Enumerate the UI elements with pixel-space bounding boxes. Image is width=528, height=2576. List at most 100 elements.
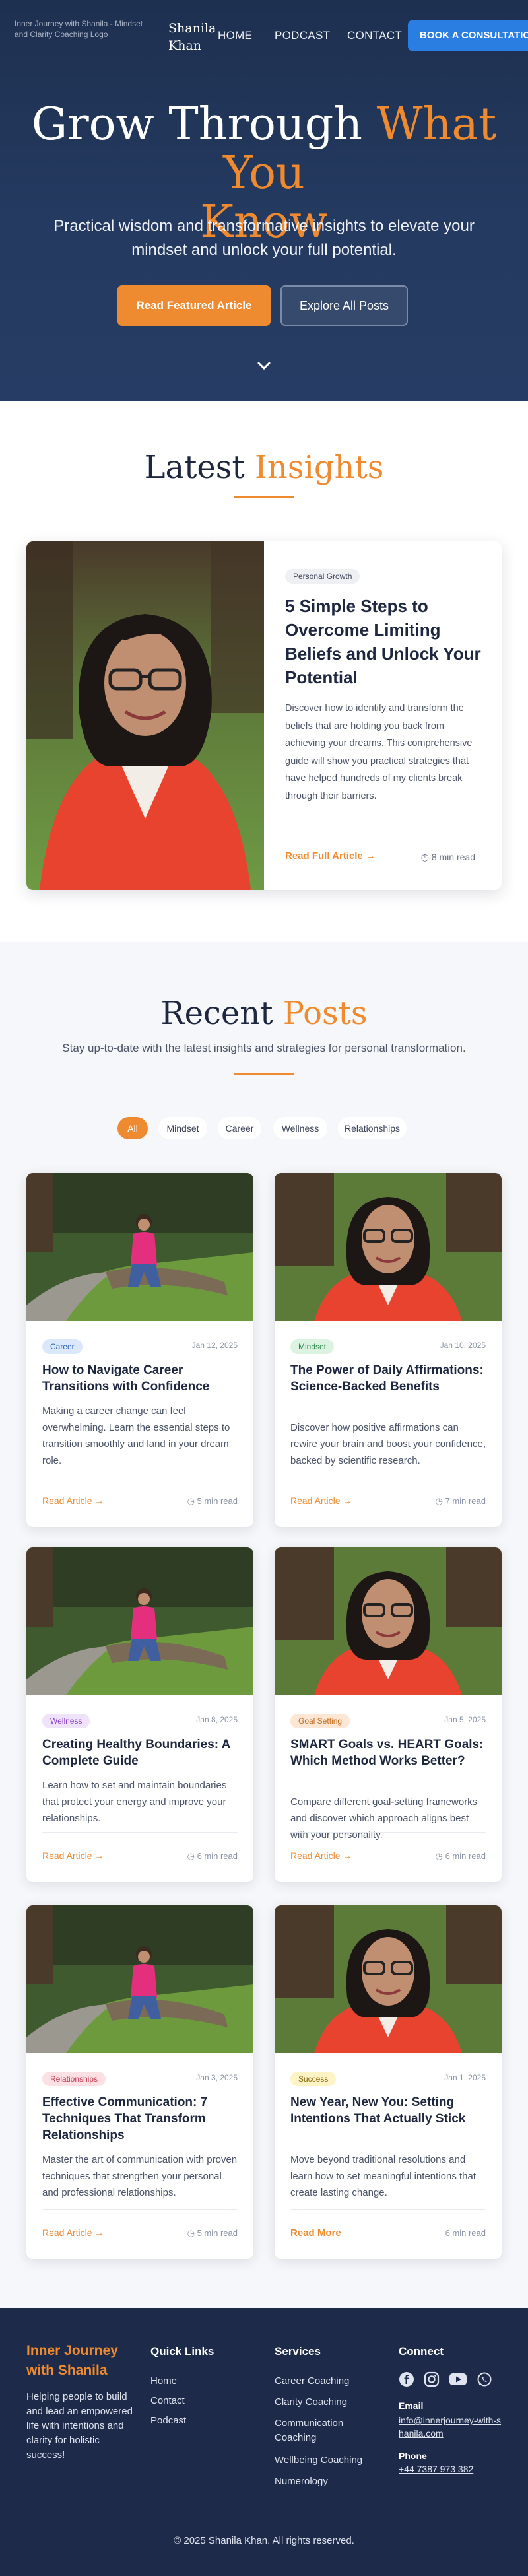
book-consultation-button[interactable]: BOOK A CONSULTATION	[408, 20, 528, 51]
clock-icon: ◷	[435, 1496, 446, 1506]
post-title[interactable]: New Year, New You: Setting Intentions Th…	[290, 2094, 488, 2127]
site-logo[interactable]: Inner Journey with Shanila - Mindset and…	[15, 18, 147, 40]
read-article-link[interactable]: Read Article →	[42, 2227, 104, 2238]
post-title[interactable]: SMART Goals vs. HEART Goals: Which Metho…	[290, 1736, 488, 1769]
phone-label: Phone	[399, 2451, 427, 2461]
featured-article-title[interactable]: 5 Simple Steps to Overcome Limiting Beli…	[285, 594, 483, 689]
nav-contact-link[interactable]: CONTACT	[347, 29, 402, 42]
footer-link-home[interactable]: Home	[150, 2374, 177, 2389]
clock-icon: ◷	[187, 1496, 197, 1506]
post-read-time: ◷ 7 min read	[435, 1496, 486, 1506]
read-full-article-link[interactable]: Read Full Article →	[285, 850, 376, 862]
nav-home-link[interactable]: HOME	[218, 29, 252, 42]
filter-all[interactable]: All	[117, 1117, 148, 1139]
arrow-right-icon: →	[340, 1495, 352, 1506]
latest-insights-title: Latest Insights	[144, 449, 384, 486]
read-article-link[interactable]: Read Article →	[290, 1495, 352, 1506]
post-image[interactable]	[26, 1173, 253, 1321]
post-excerpt: Discover how positive affirmations can r…	[290, 1422, 486, 1466]
post-card[interactable]: Success Jan 1, 2025 New Year, New You: Set…	[275, 1905, 502, 2259]
facebook-icon[interactable]	[399, 2371, 414, 2387]
footer-link-podcast[interactable]: Podcast	[150, 2414, 186, 2428]
post-title[interactable]: Creating Healthy Boundaries: A Complete …	[42, 1736, 240, 1769]
post-image[interactable]	[26, 1905, 253, 2053]
youtube-icon[interactable]	[449, 2371, 467, 2387]
service-career-coaching[interactable]: Career Coaching	[275, 2374, 349, 2389]
post-excerpt: Master the art of communication with pro…	[42, 2154, 238, 2198]
read-featured-article-button[interactable]: Read Featured Article	[117, 285, 271, 326]
instagram-icon[interactable]	[424, 2371, 440, 2387]
clock-icon: ◷	[187, 1851, 197, 1861]
hero-section: Inner Journey with Shanila - Mindset and…	[0, 0, 528, 401]
arrow-right-icon: →	[92, 2227, 104, 2238]
post-date: Jan 5, 2025	[444, 1715, 486, 1724]
nav-podcast-link[interactable]: PODCAST	[275, 29, 330, 42]
post-category-tag[interactable]: Relationships	[42, 2072, 106, 2086]
post-date: Jan 10, 2025	[440, 1341, 486, 1350]
post-image[interactable]	[275, 1905, 502, 2053]
explore-all-posts-button[interactable]: Explore All Posts	[280, 285, 408, 326]
post-image[interactable]	[275, 1173, 502, 1321]
post-title[interactable]: The Power of Daily Affirmations: Science…	[290, 1362, 488, 1395]
post-excerpt: Making a career change can feel overwhel…	[42, 1406, 230, 1466]
post-date: Jan 12, 2025	[191, 1341, 238, 1350]
post-card[interactable]: Relationships Jan 3, 2025 Effective Commun…	[26, 1905, 253, 2259]
read-article-link[interactable]: Read Article →	[42, 1850, 104, 1861]
post-card[interactable]: Career Jan 12, 2025 How to Navigate Career…	[26, 1173, 253, 1527]
read-article-link[interactable]: Read Article →	[290, 1850, 352, 1861]
featured-article-card[interactable]: Personal Growth 5 Simple Steps to Overco…	[26, 541, 502, 890]
filter-mindset[interactable]: Mindset	[158, 1117, 207, 1139]
email-link[interactable]: info@innerjourney-with-shanila.com	[399, 2414, 504, 2440]
post-excerpt: Move beyond traditional resolutions and …	[290, 2154, 477, 2198]
post-read-time: ◷ 6 min read	[435, 1851, 486, 1861]
post-card[interactable]: Goal Setting Jan 5, 2025 SMART Goals vs. H…	[275, 1547, 502, 1882]
read-article-link[interactable]: Read More	[290, 2227, 341, 2239]
section-divider	[234, 496, 294, 498]
service-wellbeing-coaching[interactable]: Wellbeing Coaching	[275, 2453, 362, 2468]
clock-icon: ◷	[435, 1851, 446, 1861]
post-divider	[42, 1832, 238, 1833]
service-numerology[interactable]: Numerology	[275, 2474, 328, 2489]
featured-category-tag[interactable]: Personal Growth	[285, 569, 360, 584]
post-category-tag[interactable]: Success	[290, 2072, 337, 2086]
post-read-time: ◷ 6 min read	[187, 1851, 238, 1861]
post-image[interactable]	[275, 1547, 502, 1695]
post-read-time: ◷ 5 min read	[187, 1496, 238, 1506]
post-date: Jan 3, 2025	[196, 2073, 238, 2082]
footer-link-contact[interactable]: Contact	[150, 2394, 185, 2408]
arrow-right-icon: →	[92, 1850, 104, 1861]
post-card[interactable]: Mindset Jan 10, 2025 The Power of Daily Af…	[275, 1173, 502, 1527]
post-category-tag[interactable]: Career	[42, 1339, 82, 1354]
footer-tagline: Helping people to build and lead an empo…	[26, 2391, 133, 2460]
post-date: Jan 8, 2025	[196, 1715, 238, 1724]
post-title[interactable]: How to Navigate Career Transitions with …	[42, 1362, 240, 1395]
section-divider	[234, 1073, 294, 1075]
brand-name[interactable]: Shanila Khan	[168, 20, 216, 54]
post-divider	[42, 2209, 238, 2210]
hero-subtitle: Practical wisdom and transformative insi…	[53, 217, 475, 259]
post-category-tag[interactable]: Mindset	[290, 1339, 335, 1354]
chevron-down-icon[interactable]	[255, 356, 273, 375]
whatsapp-icon[interactable]	[477, 2371, 492, 2387]
post-read-time: 6 min read	[445, 2228, 486, 2238]
service-communication-coaching[interactable]: Communication Coaching	[275, 2416, 360, 2445]
clock-icon: ◷	[420, 852, 429, 862]
arrow-right-icon: →	[365, 850, 376, 862]
filter-wellness[interactable]: Wellness	[273, 1117, 327, 1139]
phone-link[interactable]: +44 7387 973 382	[399, 2464, 473, 2474]
service-clarity-coaching[interactable]: Clarity Coaching	[275, 2395, 347, 2410]
filter-career[interactable]: Career	[218, 1117, 261, 1139]
footer-brand[interactable]: Inner Journey with Shanila	[26, 2341, 118, 2381]
post-read-time: ◷ 5 min read	[187, 2228, 238, 2238]
read-article-link[interactable]: Read Article →	[42, 1495, 104, 1506]
post-card[interactable]: Wellness Jan 8, 2025 Creating Healthy Boun…	[26, 1547, 253, 1882]
filter-relationships[interactable]: Relationships	[338, 1117, 407, 1139]
services-heading: Services	[275, 2345, 321, 2357]
connect-heading: Connect	[399, 2345, 444, 2357]
arrow-right-icon: →	[340, 1850, 352, 1861]
post-category-tag[interactable]: Wellness	[42, 1714, 90, 1728]
post-image[interactable]	[26, 1547, 253, 1695]
post-title[interactable]: Effective Communication: 7 Techniques Th…	[42, 2094, 240, 2144]
post-divider	[290, 2209, 486, 2210]
post-category-tag[interactable]: Goal Setting	[290, 1714, 350, 1728]
